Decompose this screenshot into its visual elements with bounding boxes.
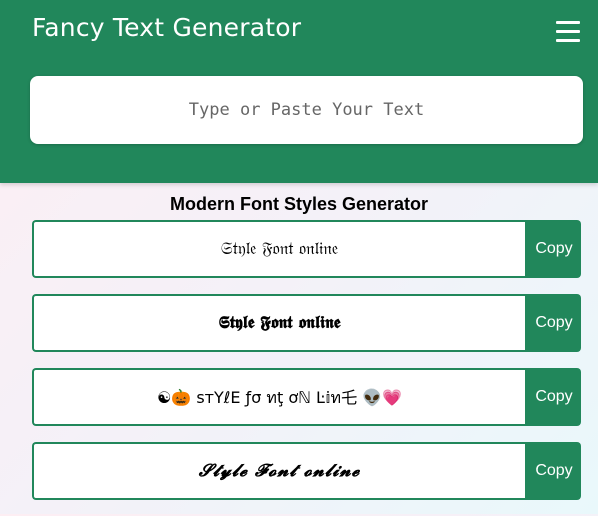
- section-heading: Modern Font Styles Generator: [169, 194, 429, 214]
- font-style-list: 𝔖𝔱𝔶𝔩𝔢 𝔉𝔬𝔫𝔱 𝔬𝔫𝔩𝔦𝔫𝔢 Copy 𝕾𝖙𝖞𝖑𝖊 𝕱𝖔𝖓𝖙 𝖔𝖓𝖑𝖎𝖓𝖊…: [32, 220, 581, 516]
- menu-bar: [556, 21, 580, 24]
- font-style-row: ☯🎃 ѕтΥℓΕ ƒσ ทţ ơℕ Ŀ𝕚ท乇 👽💗 Copy: [32, 368, 581, 426]
- copy-button[interactable]: Copy: [525, 294, 581, 352]
- font-style-row: 𝔖𝔱𝔶𝔩𝔢 𝔉𝔬𝔫𝔱 𝔬𝔫𝔩𝔦𝔫𝔢 Copy: [32, 220, 581, 278]
- font-style-row: 𝓢𝓽𝔂𝓵𝓮 𝓕𝓸𝓷𝓽 𝓸𝓷𝓵𝓲𝓷𝓮 Copy: [32, 442, 581, 500]
- styled-text-output[interactable]: 𝓢𝓽𝔂𝓵𝓮 𝓕𝓸𝓷𝓽 𝓸𝓷𝓵𝓲𝓷𝓮: [32, 442, 525, 500]
- copy-button[interactable]: Copy: [525, 442, 581, 500]
- menu-bar: [556, 39, 580, 42]
- font-style-row: 𝕾𝖙𝖞𝖑𝖊 𝕱𝖔𝖓𝖙 𝖔𝖓𝖑𝖎𝖓𝖊 Copy: [32, 294, 581, 352]
- styled-text-output[interactable]: 𝔖𝔱𝔶𝔩𝔢 𝔉𝔬𝔫𝔱 𝔬𝔫𝔩𝔦𝔫𝔢: [32, 220, 525, 278]
- styled-text-output[interactable]: ☯🎃 ѕтΥℓΕ ƒσ ทţ ơℕ Ŀ𝕚ท乇 👽💗: [32, 368, 525, 426]
- copy-button[interactable]: Copy: [525, 220, 581, 278]
- text-input[interactable]: [30, 76, 583, 144]
- styled-text-output[interactable]: 𝕾𝖙𝖞𝖑𝖊 𝕱𝖔𝖓𝖙 𝖔𝖓𝖑𝖎𝖓𝖊: [32, 294, 525, 352]
- app-title: Fancy Text Generator: [32, 13, 302, 42]
- menu-bar: [556, 30, 580, 33]
- copy-button[interactable]: Copy: [525, 368, 581, 426]
- hamburger-menu-icon[interactable]: [556, 19, 580, 45]
- app-header: Fancy Text Generator: [0, 0, 598, 183]
